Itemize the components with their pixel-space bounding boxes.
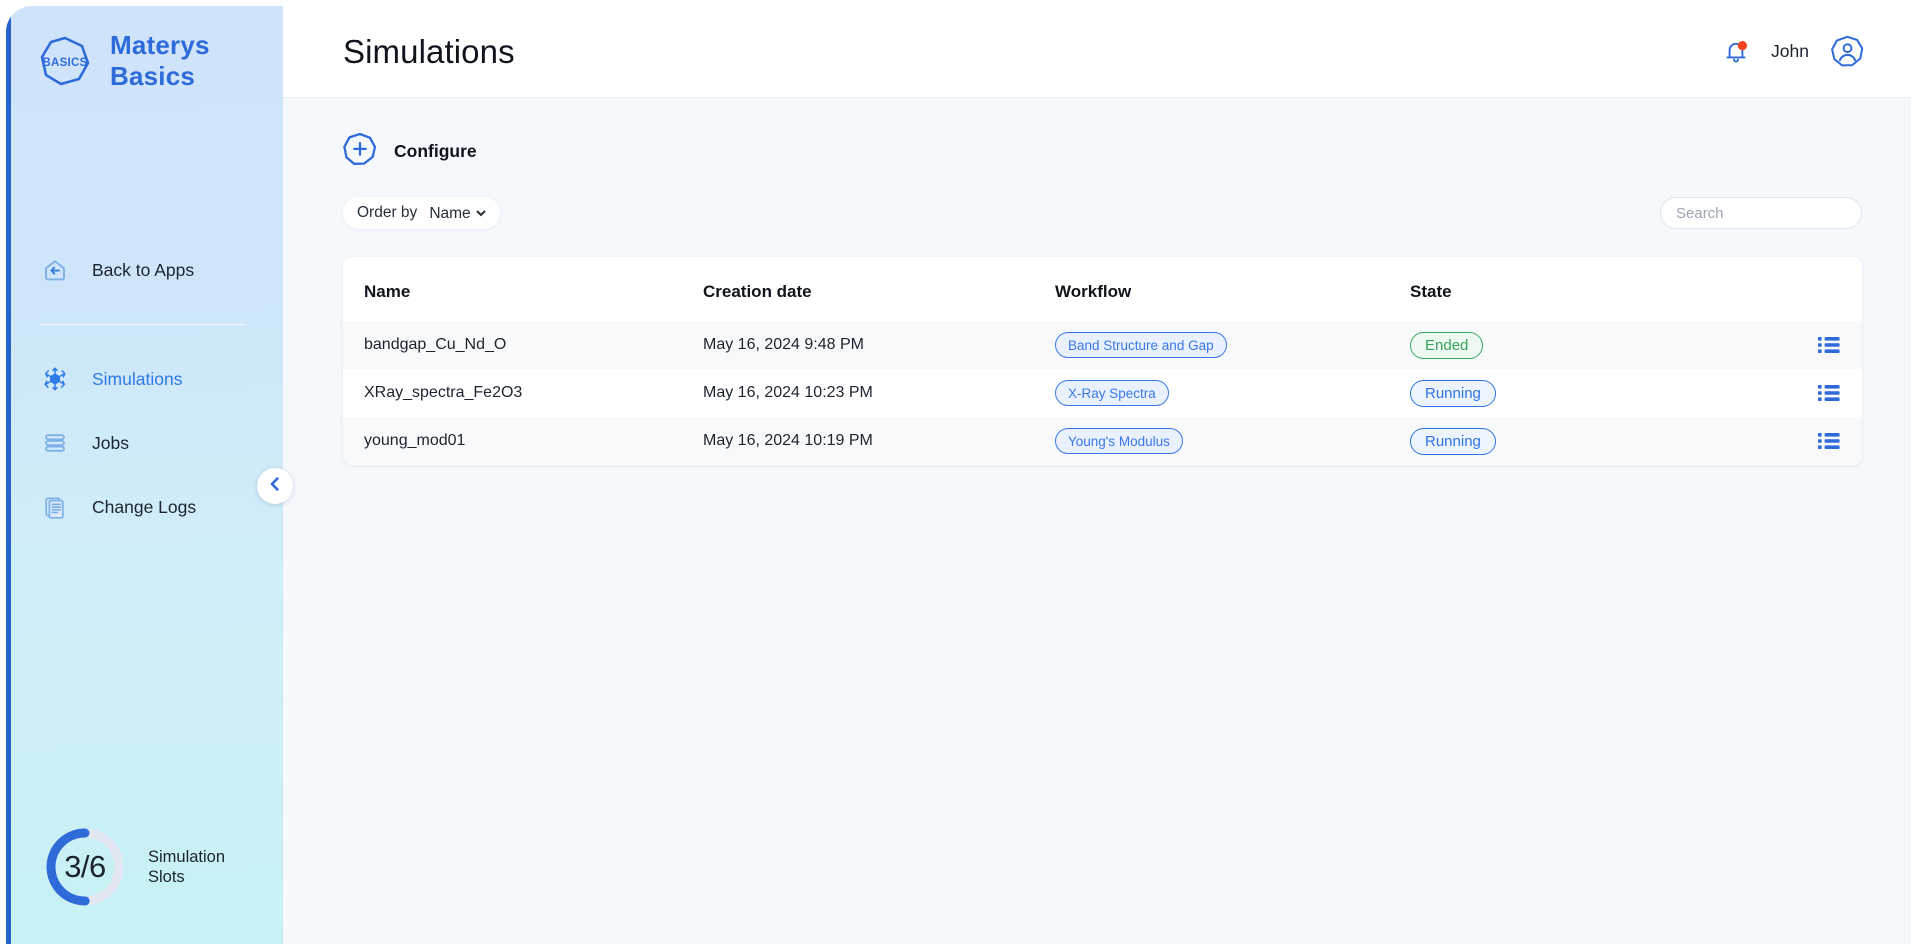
cell-creation-date: May 16, 2024 9:48 PM bbox=[703, 321, 1055, 369]
cell-name: young_mod01 bbox=[343, 417, 703, 465]
table-row[interactable]: XRay_spectra_Fe2O3 May 16, 2024 10:23 PM… bbox=[343, 369, 1862, 417]
app-root: BASICS Materys Basics Back to Apps Simul… bbox=[0, 0, 1917, 944]
column-header-name[interactable]: Name bbox=[343, 257, 703, 321]
table-head: Name Creation date Workflow State bbox=[343, 257, 1862, 321]
slots-progress-ring: 3/6 bbox=[42, 824, 128, 910]
slots-value: 3/6 bbox=[64, 849, 106, 884]
cell-workflow: Young's Modulus bbox=[1055, 417, 1410, 465]
list-toolbar: Order by Name bbox=[343, 197, 1862, 229]
stack-icon bbox=[40, 428, 70, 458]
bell-icon[interactable] bbox=[1723, 38, 1749, 66]
brand[interactable]: BASICS Materys Basics bbox=[6, 6, 283, 98]
brand-name-line1: Materys bbox=[110, 30, 210, 61]
sidebar-item-back-to-apps[interactable]: Back to Apps bbox=[6, 241, 283, 299]
cell-creation-date: May 16, 2024 10:19 PM bbox=[703, 417, 1055, 465]
table-row[interactable]: young_mod01 May 16, 2024 10:19 PM Young'… bbox=[343, 417, 1862, 465]
cell-workflow: X-Ray Spectra bbox=[1055, 369, 1410, 417]
simulations-table-card: Name Creation date Workflow State bandga… bbox=[343, 257, 1862, 465]
cell-creation-date: May 16, 2024 10:23 PM bbox=[703, 384, 873, 401]
cell-name: bandgap_Cu_Nd_O bbox=[343, 321, 703, 369]
document-lines-icon bbox=[40, 492, 70, 522]
sidebar-nav: Back to Apps Simulations Jobs Change Log… bbox=[6, 241, 283, 536]
table-body: bandgap_Cu_Nd_O May 16, 2024 9:48 PM Ban… bbox=[343, 321, 1862, 465]
brand-name: Materys Basics bbox=[110, 30, 210, 91]
brand-logo-icon: BASICS bbox=[37, 33, 93, 89]
slots-label-line2: Slots bbox=[148, 868, 185, 886]
sidebar-divider bbox=[40, 324, 245, 325]
cell-state: Running bbox=[1410, 417, 1770, 465]
column-header-state[interactable]: State bbox=[1410, 257, 1770, 321]
cell-state: Ended bbox=[1410, 321, 1770, 369]
simulation-slots-widget: 3/6 Simulation Slots bbox=[6, 824, 283, 944]
user-name: John bbox=[1771, 41, 1809, 61]
sidebar-item-label: Jobs bbox=[92, 432, 129, 453]
sidebar-item-change-logs[interactable]: Change Logs bbox=[6, 478, 283, 536]
configure-label: Configure bbox=[394, 141, 477, 161]
cell-workflow: Band Structure and Gap bbox=[1055, 321, 1410, 369]
sidebar-item-jobs[interactable]: Jobs bbox=[6, 414, 283, 472]
sidebar-item-simulations[interactable]: Simulations bbox=[6, 350, 283, 408]
topbar-right: John bbox=[1723, 35, 1864, 68]
sidebar-item-label: Simulations bbox=[92, 368, 183, 389]
cell-state: Running bbox=[1410, 369, 1770, 417]
home-back-icon bbox=[40, 255, 70, 285]
order-by-control[interactable]: Order by Name bbox=[343, 197, 501, 229]
user-avatar-icon[interactable] bbox=[1831, 35, 1864, 68]
workflow-chip[interactable]: Band Structure and Gap bbox=[1055, 332, 1227, 358]
chevron-left-icon bbox=[266, 475, 284, 498]
status-badge: Running bbox=[1410, 379, 1496, 407]
simulations-table: Name Creation date Workflow State bandga… bbox=[343, 257, 1862, 465]
table-row[interactable]: bandgap_Cu_Nd_O May 16, 2024 9:48 PM Ban… bbox=[343, 321, 1862, 369]
sidebar: BASICS Materys Basics Back to Apps Simul… bbox=[6, 6, 283, 944]
cell-actions bbox=[1770, 321, 1862, 369]
order-by-select[interactable]: Name bbox=[425, 203, 490, 223]
page-title: Simulations bbox=[343, 32, 515, 70]
slots-label: Simulation Slots bbox=[148, 847, 225, 888]
column-header-workflow[interactable]: Workflow bbox=[1055, 257, 1410, 321]
sidebar-collapse-button[interactable] bbox=[257, 468, 293, 504]
window-frame: BASICS Materys Basics Back to Apps Simul… bbox=[6, 6, 1911, 944]
brand-name-line2: Basics bbox=[110, 61, 196, 91]
list-menu-icon[interactable] bbox=[1770, 384, 1862, 402]
configure-button[interactable]: Configure bbox=[343, 132, 477, 171]
workflow-chip[interactable]: Young's Modulus bbox=[1055, 428, 1183, 454]
list-menu-icon[interactable] bbox=[1770, 336, 1862, 354]
svg-text:BASICS: BASICS bbox=[42, 57, 87, 69]
content-area: Configure Order by Name Search Name Crea… bbox=[283, 98, 1911, 944]
slots-label-line1: Simulation bbox=[148, 847, 226, 866]
main-area: Simulations John Configure Order by Name… bbox=[283, 6, 1911, 944]
order-by-label: Order by bbox=[357, 204, 418, 221]
column-header-creation-date[interactable]: Creation date bbox=[703, 257, 1055, 321]
workflow-chip[interactable]: X-Ray Spectra bbox=[1055, 380, 1169, 406]
topbar: Simulations John bbox=[283, 6, 1911, 98]
search-input[interactable] bbox=[1660, 197, 1862, 229]
atom-icon bbox=[40, 364, 70, 394]
column-header-actions bbox=[1770, 257, 1862, 321]
sidebar-item-label: Change Logs bbox=[92, 496, 197, 517]
table-header-row: Name Creation date Workflow State bbox=[343, 257, 1862, 321]
status-badge: Ended bbox=[1410, 331, 1484, 359]
cell-actions bbox=[1770, 369, 1862, 417]
cell-name: XRay_spectra_Fe2O3 bbox=[364, 384, 523, 401]
list-menu-icon[interactable] bbox=[1770, 432, 1862, 450]
status-badge: Running bbox=[1410, 427, 1496, 455]
cell-actions bbox=[1770, 417, 1862, 465]
plus-circle-icon bbox=[343, 132, 377, 171]
sidebar-item-label: Back to Apps bbox=[92, 259, 195, 280]
